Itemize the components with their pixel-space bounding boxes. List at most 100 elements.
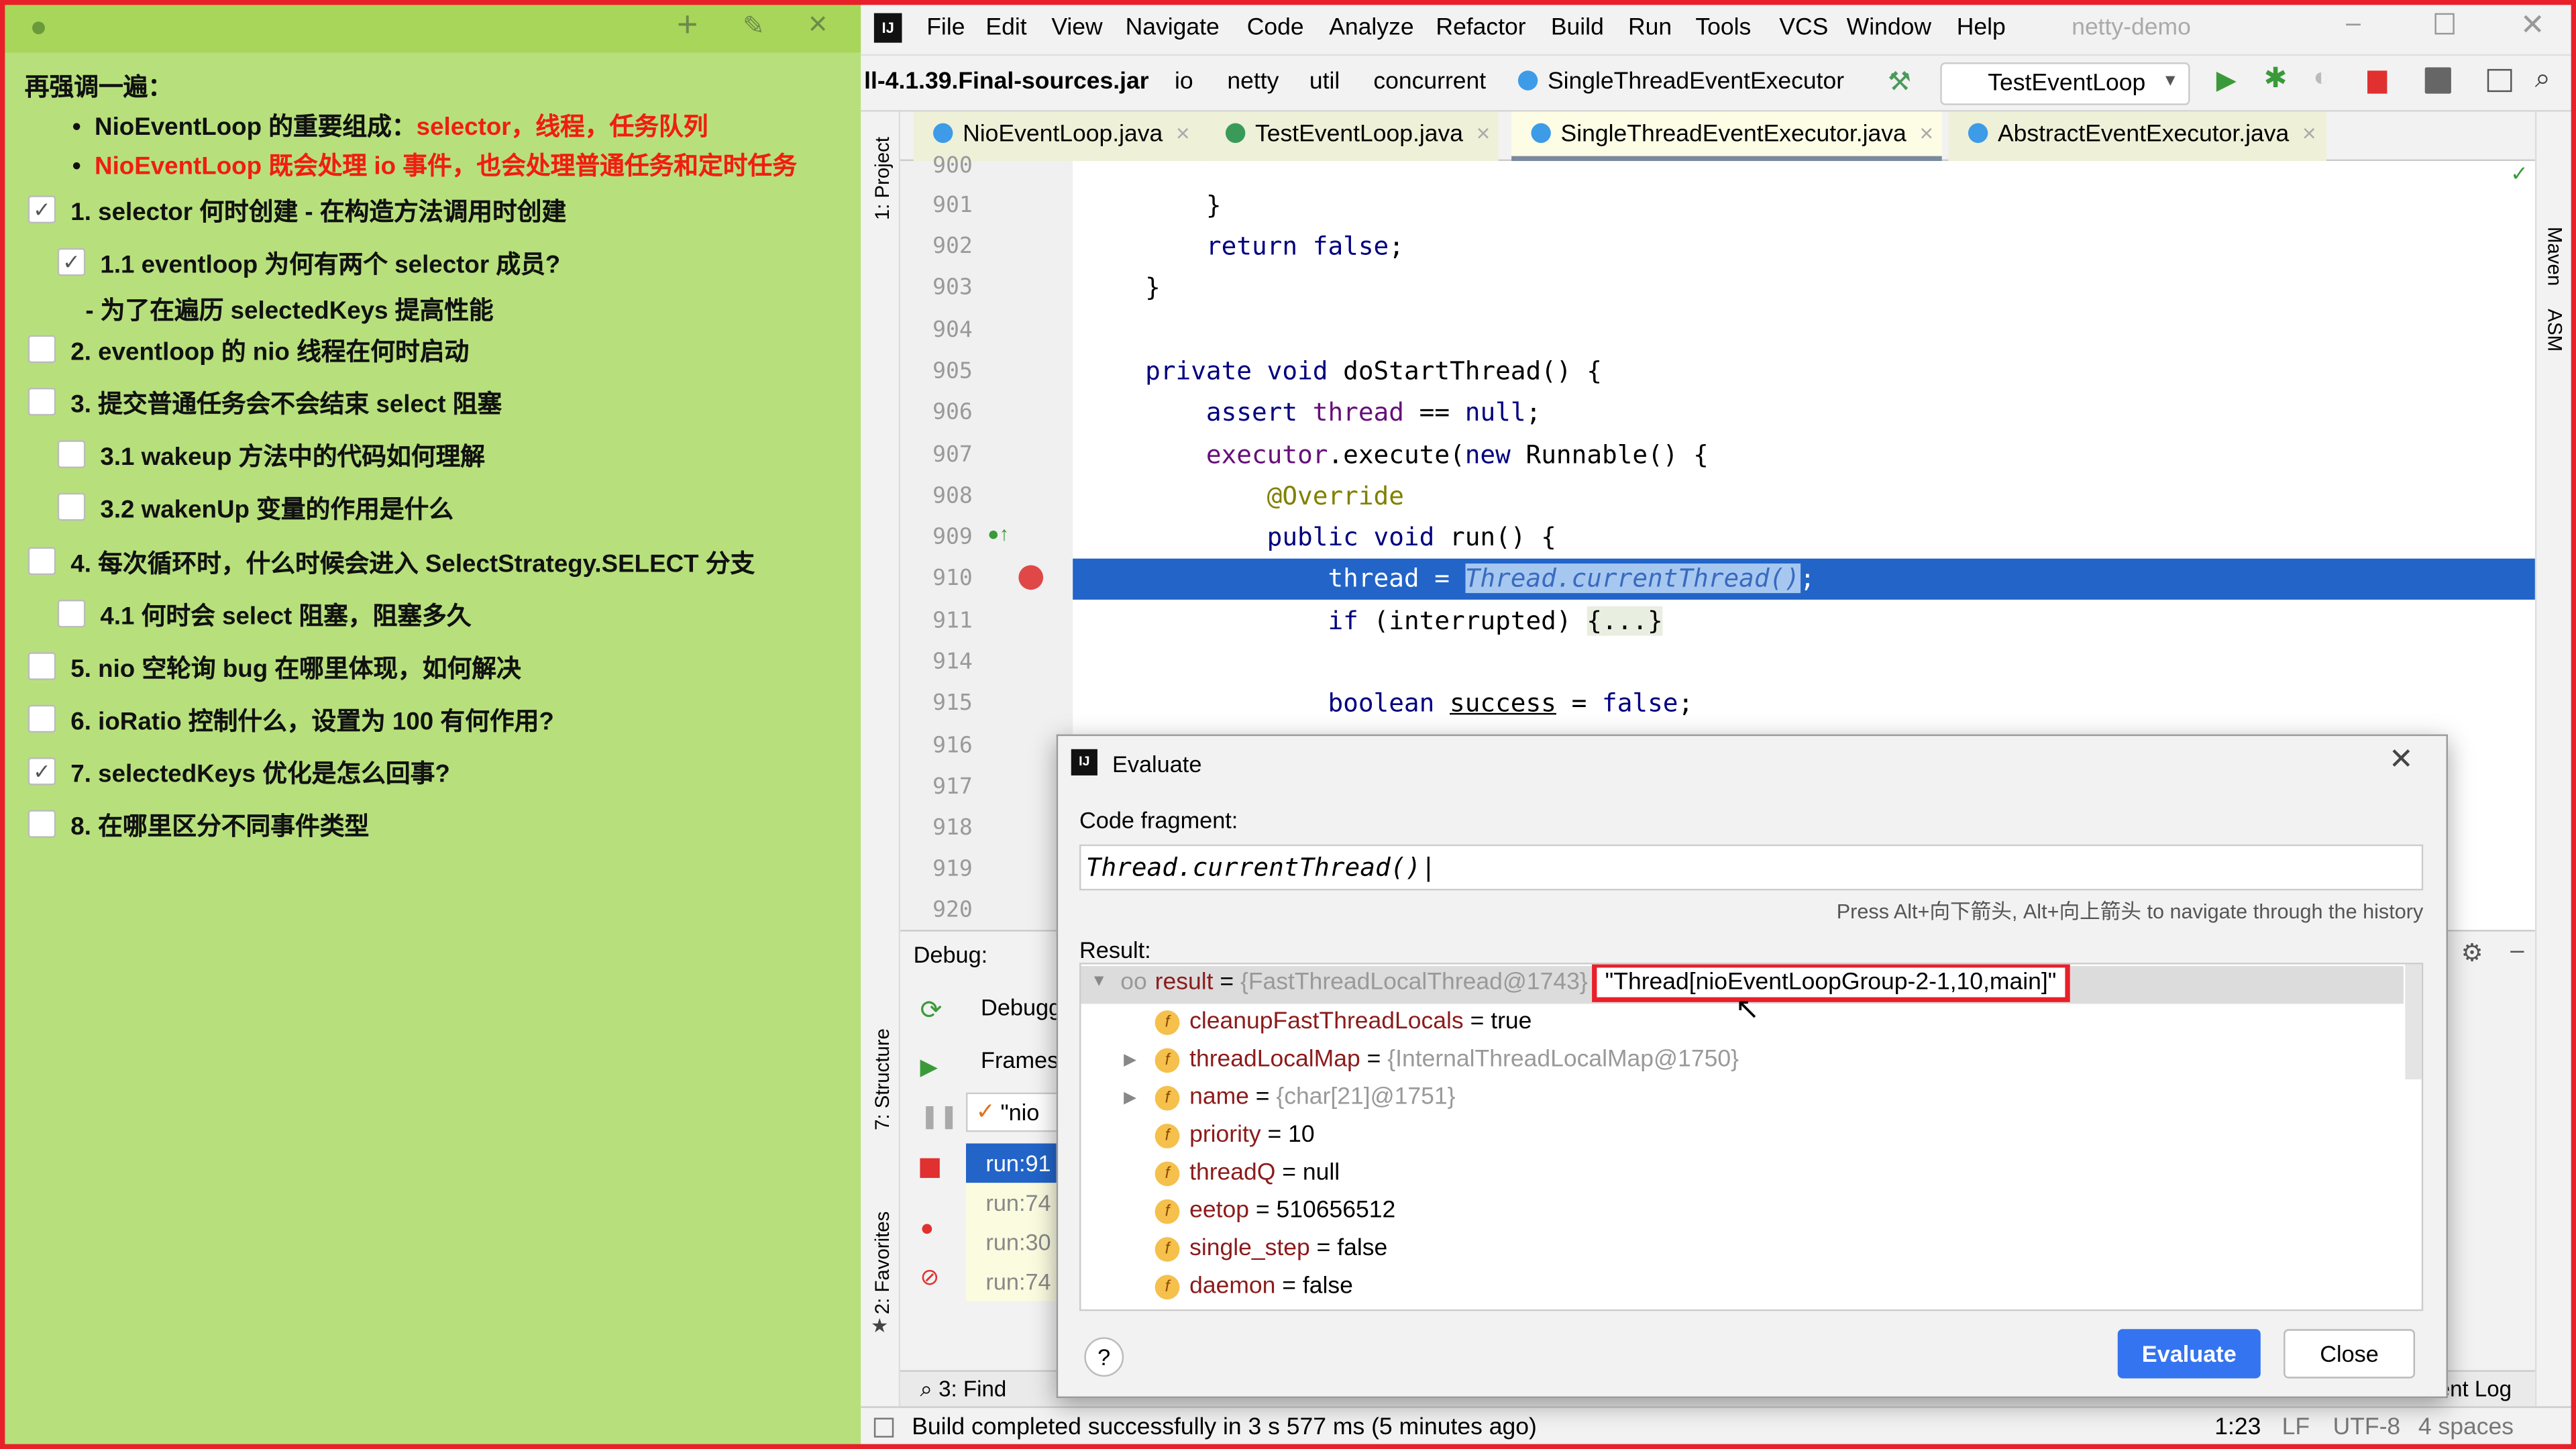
override-marker-icon[interactable]: ●↑ [987, 523, 1009, 545]
breadcrumb-class[interactable]: SingleThreadEventExecutor [1517, 69, 1844, 95]
indent-setting[interactable]: 4 spaces [2418, 1415, 2514, 1441]
add-note-icon[interactable]: + [677, 3, 698, 46]
menu-code[interactable]: Code [1247, 15, 1304, 41]
pause-icon[interactable]: ❚❚ [920, 1102, 958, 1130]
coverage-icon[interactable]: ◐ [2313, 64, 2329, 94]
close-window-icon[interactable]: ✕ [2520, 8, 2545, 42]
frame-item-selected[interactable]: run:91 [966, 1143, 1059, 1183]
checkbox-8[interactable] [28, 810, 56, 838]
checkbox-7[interactable]: ✓ [28, 757, 56, 786]
checkbox-4-1[interactable] [57, 599, 86, 628]
tool-project[interactable]: 1: Project [871, 137, 894, 220]
breadcrumb-io[interactable]: io [1175, 69, 1193, 95]
checkbox-3-1[interactable] [57, 440, 86, 468]
checkbox-3[interactable] [28, 387, 56, 416]
tool-structure[interactable]: 7: Structure [871, 1028, 894, 1130]
breadcrumb-jar[interactable]: ll-4.1.39.Final-sources.jar [864, 69, 1148, 95]
tree-row[interactable]: f single_step = false [1081, 1230, 2403, 1268]
checkbox-2[interactable] [28, 335, 56, 364]
stop-icon[interactable] [2367, 70, 2387, 94]
menu-refactor[interactable]: Refactor [1436, 15, 1525, 41]
breadcrumb-concurrent[interactable]: concurrent [1373, 69, 1486, 95]
tab-testeventloop[interactable]: TestEventLoop.java × [1205, 111, 1499, 162]
run-config-dropdown[interactable]: TestEventLoop ▼ [1940, 62, 2190, 105]
close-tab-icon[interactable]: × [1477, 121, 1491, 148]
menu-window[interactable]: Window [1847, 15, 1931, 41]
breadcrumb-util[interactable]: util [1309, 69, 1340, 95]
resume-icon[interactable]: ▶ [920, 1053, 937, 1081]
search-icon[interactable]: ⌕ [2535, 62, 2551, 95]
close-tab-icon[interactable]: × [1176, 121, 1190, 148]
project-structure-icon[interactable] [2424, 67, 2451, 94]
code-fragment-input[interactable]: Thread.currentThread()| [1079, 844, 2424, 891]
minimize-icon[interactable]: – [2346, 10, 2361, 40]
debugger-tab[interactable]: Debugg [981, 994, 1061, 1020]
build-hammer-icon[interactable]: ⚒ [1888, 66, 1911, 99]
terminal-icon[interactable] [2487, 68, 2512, 93]
tab-abstracteventexecutor[interactable]: AbstractEventExecutor.java × [1948, 111, 2326, 162]
field: thread [1312, 397, 1404, 427]
help-button[interactable]: ? [1084, 1337, 1124, 1377]
minimize-panel-icon[interactable]: – [2510, 936, 2524, 965]
file-encoding[interactable]: UTF-8 [2333, 1415, 2401, 1441]
checkbox-5[interactable] [28, 652, 56, 680]
tool-favorites[interactable]: 2: Favorites [871, 1212, 894, 1315]
menu-file[interactable]: File [926, 15, 965, 41]
rerun-icon[interactable]: ⟳ [920, 994, 942, 1027]
thread-selector[interactable]: ✓ "nio [966, 1092, 1065, 1132]
debug-bug-icon[interactable]: ✱ [2264, 62, 2288, 95]
tree-row[interactable]: f priority = 10 [1081, 1117, 2403, 1155]
folded-code[interactable]: {...} [1587, 606, 1663, 636]
tool-maven[interactable]: Maven [2543, 227, 2566, 286]
run-icon[interactable]: ▶ [2216, 64, 2237, 97]
pin-icon[interactable]: ✎ [743, 10, 765, 43]
maximize-icon[interactable] [2434, 13, 2455, 35]
cursor-position[interactable]: 1:23 [2214, 1415, 2261, 1441]
close-button[interactable]: Close [2284, 1329, 2416, 1379]
collapse-icon[interactable]: ▼ [1091, 973, 1107, 991]
menu-vcs[interactable]: VCS [1779, 15, 1828, 41]
close-note-icon[interactable]: × [808, 7, 828, 44]
menu-edit[interactable]: Edit [985, 15, 1026, 41]
menu-navigate[interactable]: Navigate [1126, 15, 1220, 41]
frames-tab[interactable]: Frames [981, 1046, 1059, 1073]
breadcrumb-netty[interactable]: netty [1227, 69, 1279, 95]
tree-row[interactable]: ▶ f threadLocalMap = {InternalThreadLocalM… [1081, 1042, 2403, 1079]
tree-row[interactable]: ▶ f name = {char[21]@1751} [1081, 1079, 2403, 1117]
tree-row[interactable]: f daemon = false [1081, 1269, 2403, 1306]
checkbox-1[interactable]: ✓ [28, 195, 56, 224]
gear-icon[interactable]: ⚙ [2461, 938, 2483, 968]
menu-build[interactable]: Build [1551, 15, 1604, 41]
line-separator[interactable]: LF [2282, 1415, 2310, 1441]
menu-help[interactable]: Help [1957, 15, 2006, 41]
tab-singlethreadeventexecutor[interactable]: SingleThreadEventExecutor.java × [1511, 111, 1942, 162]
evaluate-button[interactable]: Evaluate [2117, 1329, 2261, 1379]
tool-asm[interactable]: ASM [2543, 309, 2566, 352]
checkbox-3-2[interactable] [57, 492, 86, 521]
frame-item[interactable]: run:74 [966, 1183, 1059, 1223]
mute-breakpoints-icon[interactable]: ⊘ [920, 1263, 939, 1291]
menu-tools[interactable]: Tools [1695, 15, 1751, 41]
menu-view[interactable]: View [1051, 15, 1102, 41]
breakpoint-icon[interactable] [1018, 565, 1044, 590]
checkbox-4[interactable] [28, 547, 56, 576]
close-dialog-icon[interactable]: ✕ [2389, 743, 2414, 777]
menu-run[interactable]: Run [1628, 15, 1672, 41]
checkbox-1-1[interactable]: ✓ [57, 248, 86, 276]
close-tab-icon[interactable]: × [1919, 121, 1933, 148]
checkbox-6[interactable] [28, 704, 56, 733]
view-breakpoints-icon[interactable]: ● [920, 1214, 934, 1240]
tree-row[interactable]: f eetop = 510656512 [1081, 1193, 2403, 1230]
line-number: 909 [932, 524, 973, 551]
stop-debug-icon[interactable] [920, 1158, 940, 1178]
frame-item[interactable]: run:74 [966, 1261, 1059, 1301]
close-tab-icon[interactable]: × [2302, 121, 2316, 148]
toggle-tool-windows-icon[interactable] [873, 1417, 894, 1438]
frame-item[interactable]: run:30 [966, 1222, 1059, 1262]
expand-icon[interactable]: ▶ [1124, 1051, 1136, 1069]
menu-analyze[interactable]: Analyze [1329, 15, 1413, 41]
find-tab[interactable]: ⌕ 3: Find [920, 1377, 1006, 1403]
tree-row[interactable]: f threadQ = null [1081, 1155, 2403, 1193]
scrollbar[interactable] [2405, 964, 2422, 1079]
expand-icon[interactable]: ▶ [1124, 1089, 1136, 1108]
